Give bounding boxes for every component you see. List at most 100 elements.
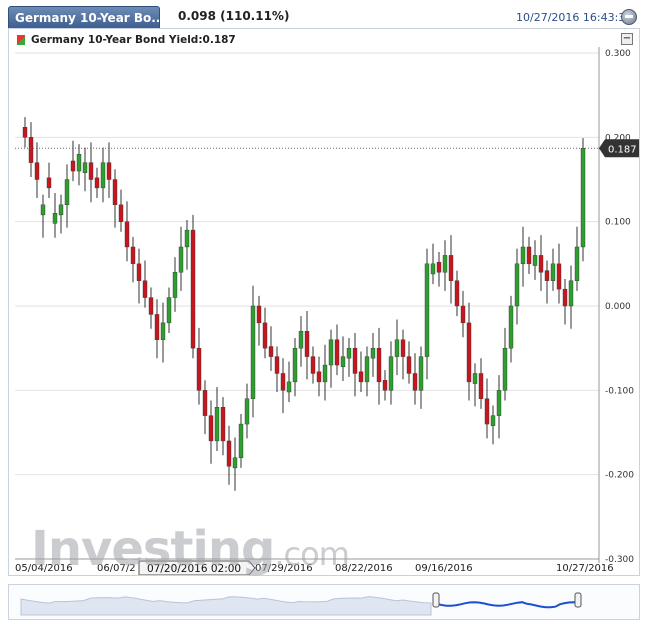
candle-body <box>544 270 550 281</box>
candle-body <box>214 407 220 442</box>
candle-body <box>280 373 286 391</box>
candle-body <box>538 255 544 273</box>
candle-body <box>490 415 496 426</box>
candle-body <box>34 162 40 180</box>
y-tick-label: 0.300 <box>605 49 631 59</box>
logo-suffix: .com <box>274 535 350 573</box>
navigator-history-area <box>20 596 432 616</box>
x-tick-label: 10/27/2016 <box>556 563 614 574</box>
chart-frame: Germany 10-Year Bond Yield:0.187 − 0.300… <box>8 28 640 577</box>
candle-body <box>154 314 160 340</box>
candle-body <box>142 280 148 298</box>
candle-body <box>250 305 256 399</box>
candle-body <box>562 288 568 307</box>
candle-body <box>466 322 472 383</box>
candle-body <box>94 177 100 189</box>
candle-body <box>262 322 268 349</box>
candle-body <box>448 255 454 281</box>
candle-body <box>58 204 64 216</box>
timestamp: 10/27/2016 16:43:38 <box>516 11 633 24</box>
candle-body <box>202 390 208 416</box>
x-tick-label: 09/16/2016 <box>415 563 473 574</box>
instrument-tab[interactable]: Germany 10-Year Bo... <box>8 6 160 28</box>
candle-body <box>352 347 358 374</box>
candle-body <box>46 177 52 189</box>
candle-body <box>580 148 586 248</box>
candle-body <box>76 153 82 172</box>
candle-body <box>70 160 76 172</box>
candle-body <box>28 137 34 163</box>
y-tick-label: -0.200 <box>605 471 634 481</box>
candle-body <box>568 280 574 307</box>
candle-body <box>430 263 436 275</box>
candle-body <box>382 380 388 391</box>
candle-body <box>316 371 322 383</box>
candle-body <box>436 261 442 273</box>
y-tick-label: 0.000 <box>605 302 631 312</box>
candle-body <box>268 346 274 357</box>
candle-body <box>418 356 424 391</box>
candle-body <box>520 246 526 265</box>
candle-body <box>100 162 106 189</box>
navigator-left-handle <box>432 592 440 608</box>
navigator-chart[interactable] <box>9 585 639 619</box>
candle-body <box>298 331 304 349</box>
candle-body <box>400 339 406 357</box>
investing-logo: Investing.com <box>31 521 350 577</box>
candle-body <box>124 221 130 248</box>
candle-body <box>148 297 154 315</box>
candle-body <box>346 347 352 359</box>
candle-body <box>322 364 328 383</box>
candle-body <box>178 246 184 273</box>
navigator-selection-line <box>436 601 580 609</box>
candle-body <box>166 297 172 324</box>
candle-body <box>196 347 202 391</box>
candle-body <box>424 263 430 357</box>
candle-body <box>310 356 316 374</box>
chart-widget: Germany 10-Year Bo... 0.098 (110.11%) 10… <box>8 6 640 621</box>
candle-body <box>412 373 418 391</box>
candle-body <box>226 440 232 467</box>
candle-body <box>286 381 292 393</box>
candle-body <box>364 356 370 383</box>
close-icon[interactable] <box>621 9 637 25</box>
candle-body <box>454 280 460 307</box>
candle-body <box>508 305 514 349</box>
candle-body <box>136 263 142 281</box>
y-tick-label: -0.100 <box>605 386 634 396</box>
candle-body <box>172 272 178 298</box>
candle-body <box>244 398 250 425</box>
navigator-bar[interactable] <box>8 584 640 620</box>
candle-body <box>220 407 226 442</box>
candle-body <box>52 213 58 224</box>
candle-body <box>22 127 28 138</box>
price-chart[interactable]: 0.3000.2000.1000.000-0.100-0.200-0.3000.… <box>9 29 639 575</box>
candle-body <box>532 255 538 266</box>
candle-body <box>64 179 70 205</box>
candle-body <box>238 423 244 459</box>
candle-body <box>376 347 382 383</box>
candle-body <box>112 179 118 205</box>
navigator-right-handle <box>574 592 582 608</box>
candle-body <box>484 398 490 425</box>
candle-body <box>304 331 310 357</box>
candle-body <box>118 204 124 222</box>
candle-body <box>388 356 394 391</box>
candle-body <box>232 457 238 469</box>
candle-body <box>550 263 556 281</box>
candle-body <box>292 347 298 383</box>
logo-text: Investing <box>31 521 275 577</box>
candle-body <box>526 246 532 265</box>
candle-body <box>340 356 346 367</box>
candle-body <box>334 339 340 366</box>
candle-body <box>406 356 412 374</box>
candle-body <box>460 305 466 324</box>
candle-body <box>88 162 94 180</box>
candle-body <box>190 229 196 349</box>
y-tick-label: 0.100 <box>605 218 631 228</box>
candle-body <box>328 339 334 366</box>
candle-body <box>394 339 400 357</box>
candle-body <box>40 204 46 216</box>
candle-body <box>514 263 520 307</box>
candle-body <box>556 263 562 290</box>
